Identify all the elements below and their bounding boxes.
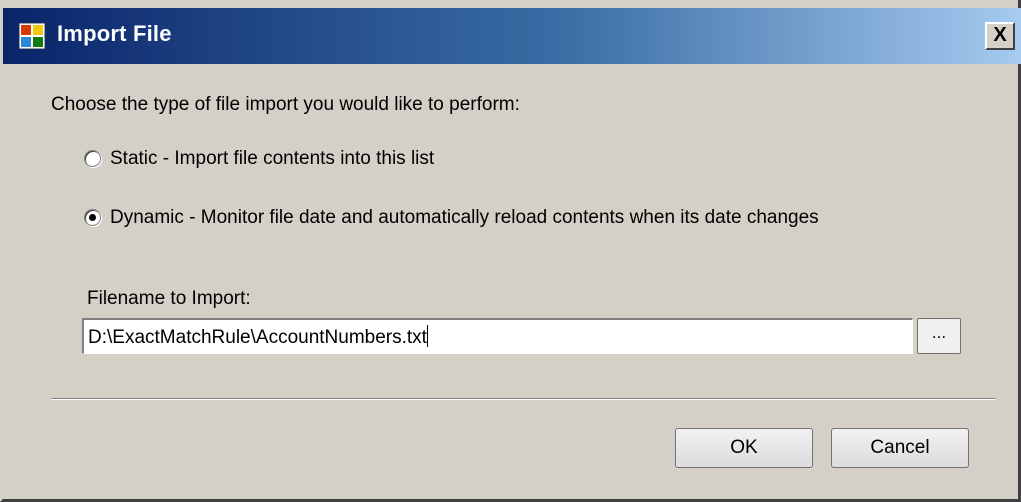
browse-button[interactable]: ... <box>917 318 961 354</box>
filename-label: Filename to Import: <box>87 288 251 309</box>
dynamic-radio[interactable] <box>84 209 101 226</box>
app-icon <box>19 23 45 49</box>
import-file-dialog: Import File X Choose the type of file im… <box>0 0 1021 502</box>
ok-button[interactable]: OK <box>675 428 813 468</box>
window-title: Import File <box>57 21 172 46</box>
static-option-label[interactable]: Static - Import file contents into this … <box>110 148 434 170</box>
close-button[interactable]: X <box>985 22 1015 50</box>
import-type-prompt: Choose the type of file import you would… <box>51 94 520 115</box>
separator <box>51 398 995 400</box>
filename-input[interactable]: D:\ExactMatchRule\AccountNumbers.txt <box>82 318 913 354</box>
cancel-button[interactable]: Cancel <box>831 428 969 468</box>
dynamic-option-label[interactable]: Dynamic - Monitor file date and automati… <box>110 207 819 229</box>
title-bar[interactable]: Import File X <box>3 8 1021 64</box>
filename-value[interactable]: D:\ExactMatchRule\AccountNumbers.txt <box>88 327 427 348</box>
static-radio[interactable] <box>84 150 101 167</box>
radio-selected-dot <box>89 214 96 221</box>
text-caret <box>426 325 428 347</box>
